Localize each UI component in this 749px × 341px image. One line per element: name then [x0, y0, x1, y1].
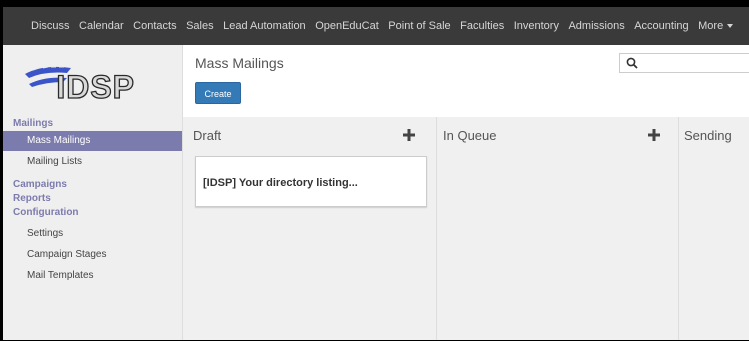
sidebar-item-campaign-stages[interactable]: Campaign Stages [27, 249, 107, 260]
card-title: [IDSP] Your directory listing... [203, 177, 358, 189]
column-title: Sending [684, 128, 732, 143]
sidebar-item-mailing-lists[interactable]: Mailing Lists [27, 156, 82, 167]
menu-accounting[interactable]: Accounting [634, 20, 688, 32]
sidebar: IDSP Mailings Mass Mailings Mailing List… [3, 45, 183, 340]
menu-calendar[interactable]: Calendar [79, 20, 124, 32]
kanban-card[interactable]: [IDSP] Your directory listing... [195, 156, 427, 207]
add-record-icon[interactable] [403, 129, 415, 141]
sidebar-item-campaigns[interactable]: Campaigns [13, 179, 67, 190]
menu-more[interactable]: More [698, 20, 734, 32]
chevron-down-icon [727, 24, 734, 29]
add-record-icon[interactable] [648, 129, 660, 141]
column-title: In Queue [443, 128, 497, 143]
top-navbar: Discuss Calendar Contacts Sales Lead Aut… [3, 7, 749, 45]
main-content: Mass Mailings Create Draft [IDSP] Your d… [183, 45, 749, 340]
sidebar-item-settings[interactable]: Settings [27, 228, 63, 239]
top-menu: Discuss Calendar Contacts Sales Lead Aut… [31, 7, 743, 45]
menu-faculties[interactable]: Faculties [460, 20, 504, 32]
company-logo: IDSP [25, 66, 135, 102]
menu-point-of-sale[interactable]: Point of Sale [388, 20, 450, 32]
create-button[interactable]: Create [195, 82, 241, 104]
sidebar-item-reports[interactable]: Reports [13, 193, 51, 204]
menu-inventory[interactable]: Inventory [514, 20, 559, 32]
section-mailings: Mailings [13, 118, 54, 129]
menu-sales[interactable]: Sales [186, 20, 214, 32]
menu-contacts[interactable]: Contacts [133, 20, 176, 32]
kanban-column-in-queue: In Queue [437, 117, 679, 340]
menu-admissions[interactable]: Admissions [568, 20, 624, 32]
kanban-column-sending: Sending [679, 117, 749, 340]
app-window: Discuss Calendar Contacts Sales Lead Aut… [3, 7, 749, 340]
sidebar-item-configuration[interactable]: Configuration [13, 207, 79, 218]
kanban-column-draft: Draft [IDSP] Your directory listing... [183, 117, 437, 340]
sidebar-item-mail-templates[interactable]: Mail Templates [27, 270, 94, 281]
sidebar-item-mass-mailings[interactable]: Mass Mailings [3, 131, 182, 151]
menu-more-label: More [698, 20, 724, 32]
search-icon [626, 57, 638, 69]
menu-openeducat[interactable]: OpenEduCat [315, 20, 379, 32]
column-title: Draft [193, 128, 222, 143]
menu-discuss[interactable]: Discuss [31, 20, 70, 32]
page-title: Mass Mailings [195, 55, 284, 71]
menu-lead-automation[interactable]: Lead Automation [223, 20, 306, 32]
search-input[interactable] [619, 53, 749, 73]
svg-text:IDSP: IDSP [56, 69, 135, 102]
